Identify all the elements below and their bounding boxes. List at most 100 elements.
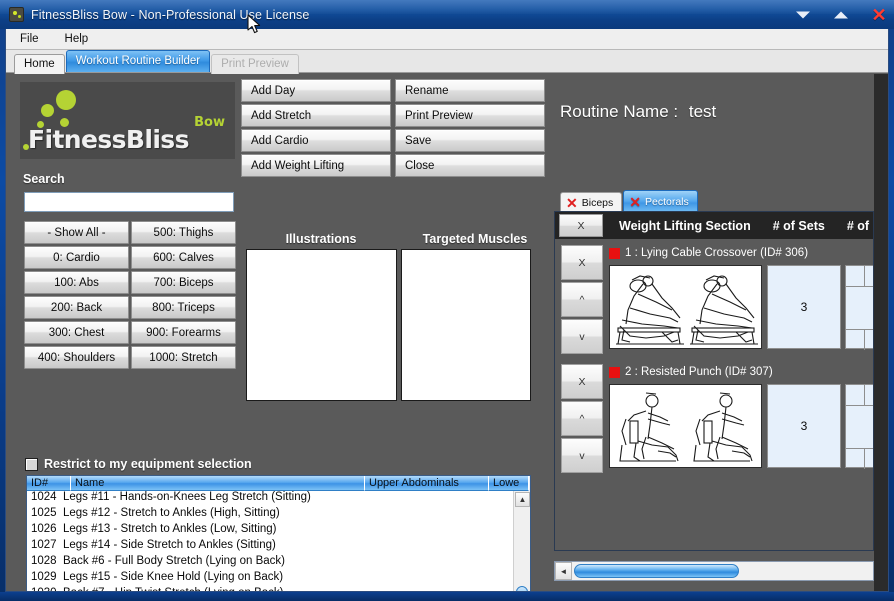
exercise-illustration[interactable]	[609, 265, 762, 349]
logo-wordmark: FitnessBliss	[28, 125, 189, 154]
category-back[interactable]: 200: Back	[24, 296, 129, 319]
restrict-equipment-row[interactable]: Restrict to my equipment selection	[25, 457, 252, 471]
category-stretch[interactable]: 1000: Stretch	[131, 346, 236, 369]
cell-id: 1027	[31, 539, 57, 551]
scroll-left-arrow-icon[interactable]: ◄	[555, 562, 572, 580]
move-exercise-up-button[interactable]: ^	[561, 282, 603, 317]
rename-button[interactable]: Rename	[395, 79, 545, 102]
sets-cell[interactable]: 3	[767, 265, 841, 349]
exercise-title: 2 : Resisted Punch (ID# 307)	[625, 366, 773, 378]
reps-cell[interactable]: 8	[845, 384, 873, 469]
move-exercise-down-button[interactable]: v	[561, 438, 603, 473]
illustrations-title: Illustrations	[285, 232, 357, 246]
add-cardio-button[interactable]: Add Cardio	[241, 129, 391, 152]
tab-home[interactable]: Home	[14, 54, 65, 74]
grid-column-id[interactable]: ID#	[27, 476, 71, 491]
category-cardio[interactable]: 0: Cardio	[24, 246, 129, 269]
table-row[interactable]: 1024 Legs #11 - Hands-on-Knees Leg Stretc…	[27, 491, 513, 505]
grid-column-name[interactable]: Name	[71, 476, 365, 491]
scroll-up-arrow-icon[interactable]: ▲	[515, 492, 530, 507]
page-body: Bow FitnessBliss Search - Show All - 500…	[6, 74, 888, 591]
logo-edition-text: Bow	[194, 115, 225, 130]
remove-exercise-button[interactable]: X	[561, 364, 603, 399]
section-header: X Weight Lifting Section # of Sets # of …	[555, 212, 873, 239]
illustrations-preview	[246, 249, 397, 401]
table-row[interactable]: 1028 Back #6 - Full Body Stretch (Lying o…	[27, 553, 513, 569]
sets-cell[interactable]: 3	[767, 384, 841, 468]
day-tab-biceps[interactable]: ✕ Biceps	[560, 192, 623, 213]
add-day-button[interactable]: Add Day	[241, 79, 391, 102]
grid-column-upper-abdominals[interactable]: Upper Abdominals	[365, 476, 489, 491]
tab-workout-routine-builder[interactable]: Workout Routine Builder	[65, 50, 211, 72]
day-tab-pectorals[interactable]: ✕ Pectorals	[623, 190, 698, 213]
category-triceps[interactable]: 800: Triceps	[131, 296, 236, 319]
exercise-marker-icon	[609, 366, 620, 378]
routine-vertical-scrollbar[interactable]	[874, 74, 888, 591]
close-tab-icon[interactable]: ✕	[566, 196, 578, 210]
grid-column-lower[interactable]: Lowe	[489, 476, 529, 491]
exercise-row-controls: X ^ v	[561, 364, 603, 475]
close-tab-icon[interactable]: ✕	[629, 195, 641, 209]
title-bar: FitnessBliss Bow - Non-Professional Use …	[0, 0, 894, 29]
cell-name: Back #6 - Full Body Stretch (Lying on Ba…	[63, 555, 286, 567]
reps-divider-top	[846, 286, 873, 287]
category-thighs[interactable]: 500: Thighs	[131, 221, 236, 244]
add-weight-lifting-button[interactable]: Add Weight Lifting	[241, 154, 391, 177]
reps-divider-top	[846, 405, 873, 406]
tab-print-preview[interactable]: Print Preview	[211, 54, 299, 74]
exercise-title: 1 : Lying Cable Crossover (ID# 306)	[625, 247, 809, 259]
menu-item-file[interactable]: File	[16, 31, 43, 47]
main-tab-strip: Home Workout Routine Builder Print Previ…	[6, 50, 888, 74]
category-forearms[interactable]: 900: Forearms	[131, 321, 236, 344]
move-exercise-down-button[interactable]: v	[561, 319, 603, 354]
minimize-icon[interactable]	[794, 6, 812, 24]
reps-divider-bottom	[846, 448, 873, 449]
routine-horizontal-scrollbar[interactable]: ◄	[554, 561, 874, 581]
remove-section-button[interactable]: X	[559, 214, 603, 237]
lying-cable-crossover-figure	[616, 275, 758, 345]
print-preview-button[interactable]: Print Preview	[395, 104, 545, 127]
category-biceps[interactable]: 700: Biceps	[131, 271, 236, 294]
add-stretch-button[interactable]: Add Stretch	[241, 104, 391, 127]
client-area: File Help Home Workout Routine Builder P…	[5, 29, 889, 592]
table-row[interactable]: 1030Back #7 - Hip Twist Stretch (Lying o…	[27, 585, 513, 591]
move-exercise-up-button[interactable]: ^	[561, 401, 603, 436]
grid-vertical-scrollbar[interactable]: ▲ ▼	[513, 491, 530, 591]
search-input[interactable]	[24, 192, 234, 212]
save-button[interactable]: Save	[395, 129, 545, 152]
targeted-muscles-preview	[401, 249, 531, 401]
remove-exercise-button[interactable]: X	[561, 245, 603, 280]
app-icon	[9, 7, 24, 22]
table-row[interactable]: 1026 Legs #13 - Stretch to Ankles (Low, S…	[27, 521, 513, 537]
menu-item-help[interactable]: Help	[61, 31, 93, 47]
cell-id: 1025	[31, 507, 57, 519]
routine-hscroll-thumb[interactable]	[574, 564, 739, 578]
category-chest[interactable]: 300: Chest	[24, 321, 129, 344]
exercise-illustration[interactable]	[609, 384, 762, 468]
close-button[interactable]: Close	[395, 154, 545, 177]
action-column-left: Add Day Add Stretch Add Cardio Add Weigh…	[241, 79, 391, 179]
cell-id: 1028	[31, 555, 57, 567]
table-row[interactable]: 1027 Legs #14 - Side Stretch to Ankles (S…	[27, 537, 513, 553]
day-tab-label: Pectorals	[644, 196, 689, 208]
category-abs[interactable]: 100: Abs	[24, 271, 129, 294]
table-row[interactable]: 1029 Legs #15 - Side Knee Hold (Lying on …	[27, 569, 513, 585]
exercise-title-row: 1 : Lying Cable Crossover (ID# 306)	[609, 247, 808, 259]
close-icon[interactable]: ✕	[870, 6, 888, 24]
reps-divider-v-bottom	[864, 329, 865, 350]
day-tab-label: Biceps	[581, 197, 614, 209]
category-show-all[interactable]: - Show All -	[24, 221, 129, 244]
exercise-data-grid: ID# Name Upper Abdominals Lowe 1024 Legs …	[26, 475, 531, 591]
column-header-sets: # of Sets	[772, 218, 825, 233]
restrict-equipment-checkbox[interactable]	[25, 457, 38, 471]
cell-name: Back #7 - Hip Twist Stretch (Lying on Ba…	[63, 585, 513, 591]
category-button-grid: - Show All - 500: Thighs 0: Cardio 600: …	[24, 221, 236, 369]
category-calves[interactable]: 600: Calves	[131, 246, 236, 269]
reps-divider-v-bottom	[864, 448, 865, 469]
reps-cell[interactable]: 8	[845, 265, 873, 350]
exercise-browser-panel: Bow FitnessBliss Search - Show All - 500…	[15, 77, 545, 591]
maximize-icon[interactable]	[832, 6, 850, 24]
table-row[interactable]: 1025 Legs #12 - Stretch to Ankles (High, …	[27, 505, 513, 521]
action-column-right: Rename Print Preview Save Close	[395, 79, 545, 179]
category-shoulders[interactable]: 400: Shoulders	[24, 346, 129, 369]
